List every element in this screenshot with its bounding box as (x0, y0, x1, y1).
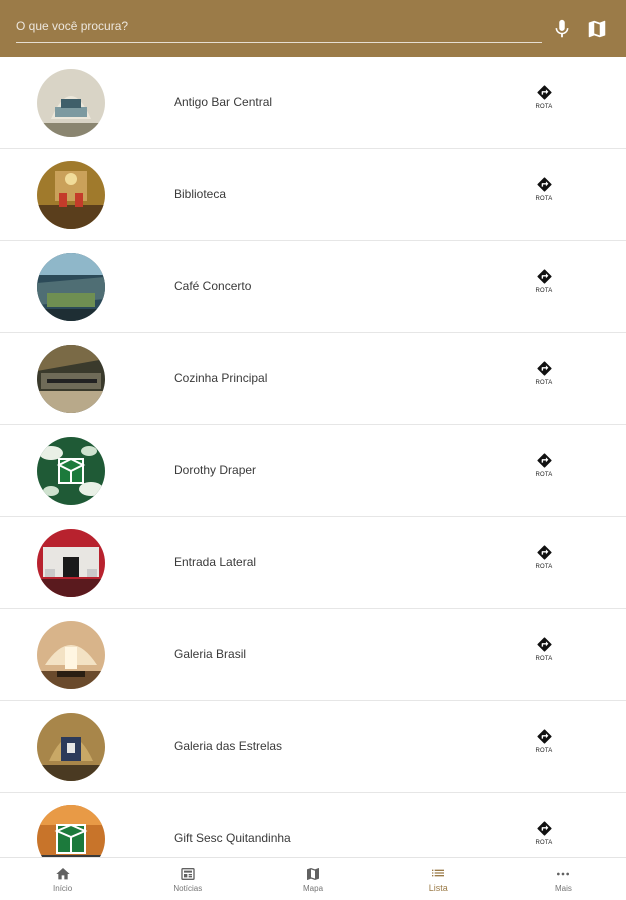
route-button[interactable]: ROTA (530, 728, 558, 768)
route-label: ROTA (535, 288, 553, 294)
nav-label: Mapa (303, 883, 324, 893)
route-label: ROTA (535, 840, 553, 846)
list-item[interactable]: Entrada Lateral ROTA (0, 517, 626, 609)
directions-icon (536, 177, 552, 192)
list-item[interactable]: Cozinha Principal ROTA (0, 333, 626, 425)
thumbnail-image (37, 805, 105, 857)
item-label: Galeria Brasil (174, 647, 247, 661)
item-label: Cozinha Principal (174, 371, 268, 385)
thumbnail-image (37, 621, 105, 689)
search-field[interactable] (16, 12, 542, 43)
item-label: Dorothy Draper (174, 463, 257, 477)
list-item[interactable]: Café Concerto ROTA (0, 241, 626, 333)
home-icon (55, 867, 70, 879)
nav-item-mais[interactable]: Mais (501, 858, 626, 900)
thumbnail-image (37, 253, 105, 321)
list-item[interactable]: Dorothy Draper ROTA (0, 425, 626, 517)
route-label: ROTA (535, 748, 553, 754)
route-label: ROTA (535, 380, 553, 386)
directions-icon (536, 269, 552, 284)
item-label: Entrada Lateral (174, 555, 257, 569)
item-label: Antigo Bar Central (174, 95, 273, 109)
route-button[interactable]: ROTA (530, 176, 558, 216)
nav-label: Lista (428, 883, 448, 893)
directions-icon (536, 729, 552, 744)
route-label: ROTA (535, 196, 553, 202)
route-label: ROTA (535, 104, 553, 110)
directions-icon (536, 637, 552, 652)
list-icon (432, 869, 445, 877)
news-icon (181, 867, 195, 880)
item-label: Gift Sesc Quitandinha (174, 831, 291, 845)
directions-icon (536, 85, 552, 100)
directions-icon (536, 545, 552, 560)
nav-item-inicio[interactable]: Início (0, 858, 125, 900)
thumbnail-image (37, 529, 105, 597)
nav-item-mapa[interactable]: Mapa (250, 858, 375, 900)
thumbnail-image (37, 713, 105, 781)
directions-icon (536, 361, 552, 376)
nav-label: Início (53, 883, 73, 893)
list-item[interactable]: Galeria das Estrelas ROTA (0, 701, 626, 793)
map-icon (307, 867, 319, 880)
route-label: ROTA (535, 564, 553, 570)
item-label: Café Concerto (174, 279, 252, 293)
route-button[interactable]: ROTA (530, 360, 558, 400)
route-button[interactable]: ROTA (530, 268, 558, 308)
route-button[interactable]: ROTA (530, 820, 558, 857)
directions-icon (536, 821, 552, 836)
search-input[interactable] (16, 12, 542, 40)
nav-item-noticias[interactable]: Notícias (125, 858, 250, 900)
microphone-icon[interactable] (551, 17, 573, 41)
list-item[interactable]: Antigo Bar Central ROTA (0, 57, 626, 149)
nav-item-lista[interactable]: Lista (376, 858, 501, 900)
location-list: Antigo Bar Central ROTA Biblioteca ROTA … (0, 57, 626, 857)
thumbnail-image (37, 345, 105, 413)
item-label: Biblioteca (174, 187, 227, 201)
route-button[interactable]: ROTA (530, 84, 558, 124)
more-icon (557, 872, 570, 875)
route-button[interactable]: ROTA (530, 544, 558, 584)
list-item[interactable]: Galeria Brasil ROTA (0, 609, 626, 701)
thumbnail-image (37, 437, 105, 505)
top-app-bar (0, 0, 626, 57)
route-button[interactable]: ROTA (530, 452, 558, 492)
thumbnail-image (37, 161, 105, 229)
nav-label: Mais (554, 883, 572, 893)
directions-icon (536, 453, 552, 468)
map-icon[interactable] (586, 17, 608, 41)
thumbnail-image (37, 69, 105, 137)
list-item[interactable]: Gift Sesc Quitandinha ROTA (0, 793, 626, 857)
nav-label: Notícias (173, 883, 203, 893)
item-label: Galeria das Estrelas (174, 739, 283, 753)
bottom-navigation: Início Notícias Mapa Lista Mais (0, 857, 626, 900)
route-label: ROTA (535, 472, 553, 478)
route-button[interactable]: ROTA (530, 636, 558, 676)
list-item[interactable]: Biblioteca ROTA (0, 149, 626, 241)
route-label: ROTA (535, 656, 553, 662)
